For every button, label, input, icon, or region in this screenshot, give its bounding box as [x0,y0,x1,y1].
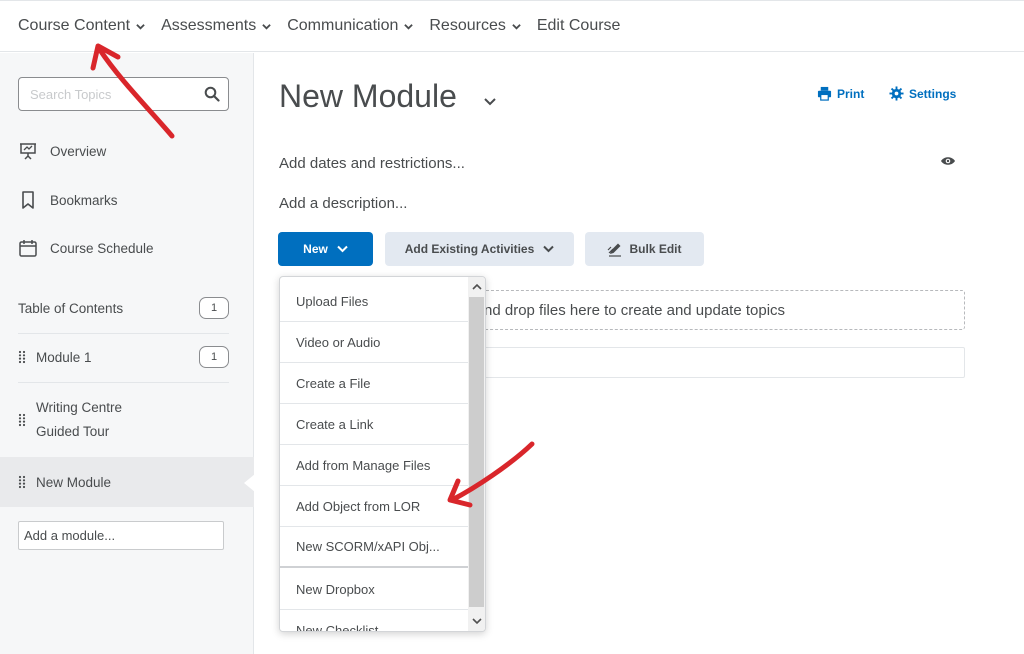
menu-item-video-or-audio[interactable]: Video or Audio [280,322,469,363]
toc-count-badge: 1 [199,297,229,319]
menu-item-new-checklist[interactable]: New Checklist [280,610,469,631]
page-title: New Module [279,78,457,114]
sidebar-item-course-schedule[interactable]: Course Schedule [18,238,154,258]
drag-handle-icon[interactable] [18,350,26,364]
selection-notch [244,474,255,492]
file-drop-zone[interactable]: nd drop files here to create and update … [468,290,965,330]
bulk-edit-label: Bulk Edit [629,242,682,256]
new-button-label: New [303,242,328,256]
divider [18,333,229,334]
drag-handle-icon[interactable] [18,413,26,427]
content-area-box [468,347,965,378]
settings-button[interactable]: Settings [889,86,956,101]
settings-label: Settings [909,86,957,101]
scroll-up-icon[interactable] [472,283,482,291]
print-label: Print [837,86,865,101]
sidebar-item-label: Bookmarks [50,192,118,208]
menu-item-upload-files[interactable]: Upload Files [280,281,469,322]
nav-edit-course[interactable]: Edit Course [537,17,621,35]
printer-icon [817,86,832,101]
add-description-link[interactable]: Add a description... [279,195,407,212]
add-module-field [18,521,224,550]
content-sidebar: Overview Bookmarks Course Schedule Table… [0,53,255,654]
module-label-line: Writing Centre [36,400,123,415]
pencil-icon [608,243,622,257]
gear-icon [889,86,904,101]
nav-course-content-label: Course Content [18,17,131,34]
menu-item-add-object-from-lor[interactable]: Add Object from LOR [280,486,469,527]
add-module-input[interactable] [19,522,219,549]
chevron-down-icon [136,23,145,30]
print-button[interactable]: Print [817,86,864,101]
sidebar-item-label: Overview [50,143,107,159]
menu-item-create-file[interactable]: Create a File [280,363,469,404]
nav-edit-course-label: Edit Course [536,17,621,34]
toc-label: Table of Contents [18,300,124,316]
table-of-contents[interactable]: Table of Contents 1 [18,297,229,319]
scroll-down-icon[interactable] [472,617,482,625]
new-button[interactable]: New [278,232,373,266]
module-item[interactable]: Writing Centre Guided Tour [18,396,229,444]
module-item-selected[interactable]: New Module [18,471,229,493]
nav-communication[interactable]: Communication [287,17,414,35]
nav-resources[interactable]: Resources [429,17,521,35]
presentation-icon [20,143,36,160]
search-topics [18,77,229,111]
nav-assessments-label: Assessments [161,17,257,34]
calendar-icon [19,240,37,257]
module-label-line: Guided Tour [36,424,110,439]
divider [18,382,229,383]
search-icon[interactable] [204,86,220,102]
chevron-down-icon [262,23,271,30]
chevron-down-icon [512,23,521,30]
module-count-badge: 1 [199,346,229,368]
chevron-down-icon [543,245,555,253]
module-label: Writing Centre Guided Tour [36,396,122,444]
menu-scrollbar[interactable] [468,277,485,631]
sidebar-item-overview[interactable]: Overview [18,141,106,161]
add-dates-restrictions-link[interactable]: Add dates and restrictions... [279,155,465,172]
bookmark-icon [22,191,34,209]
dropzone-text: nd drop files here to create and update … [484,301,786,319]
bulk-edit-button[interactable]: Bulk Edit [585,232,704,266]
search-input[interactable] [19,78,189,110]
sidebar-item-bookmarks[interactable]: Bookmarks [18,190,118,210]
visibility-eye-icon[interactable] [940,155,956,167]
chevron-down-icon [337,245,348,253]
course-navbar: Course Content Assessments Communication… [0,0,1024,52]
nav-resources-label: Resources [429,17,506,34]
sidebar-item-label: Course Schedule [50,240,154,256]
menu-item-create-link[interactable]: Create a Link [280,404,469,445]
module-label: New Module [36,474,112,490]
nav-assessments[interactable]: Assessments [161,17,271,35]
chevron-down-icon [404,23,414,30]
nav-communication-label: Communication [287,17,399,34]
nav-course-content[interactable]: Course Content [18,17,145,35]
menu-item-new-dropbox[interactable]: New Dropbox [280,569,469,610]
module-item[interactable]: Module 1 1 [18,346,229,368]
menu-item-new-scorm[interactable]: New SCORM/xAPI Obj... [280,527,469,568]
drag-handle-icon[interactable] [18,475,26,489]
scrollbar-thumb[interactable] [469,297,484,607]
add-existing-activities-button[interactable]: Add Existing Activities [385,232,574,266]
new-dropdown-menu: Upload Files Video or Audio Create a Fil… [279,276,486,632]
menu-item-add-from-manage-files[interactable]: Add from Manage Files [280,445,469,486]
chevron-down-icon[interactable] [484,98,496,106]
add-existing-label: Add Existing Activities [404,242,535,256]
module-label: Module 1 [36,349,92,365]
